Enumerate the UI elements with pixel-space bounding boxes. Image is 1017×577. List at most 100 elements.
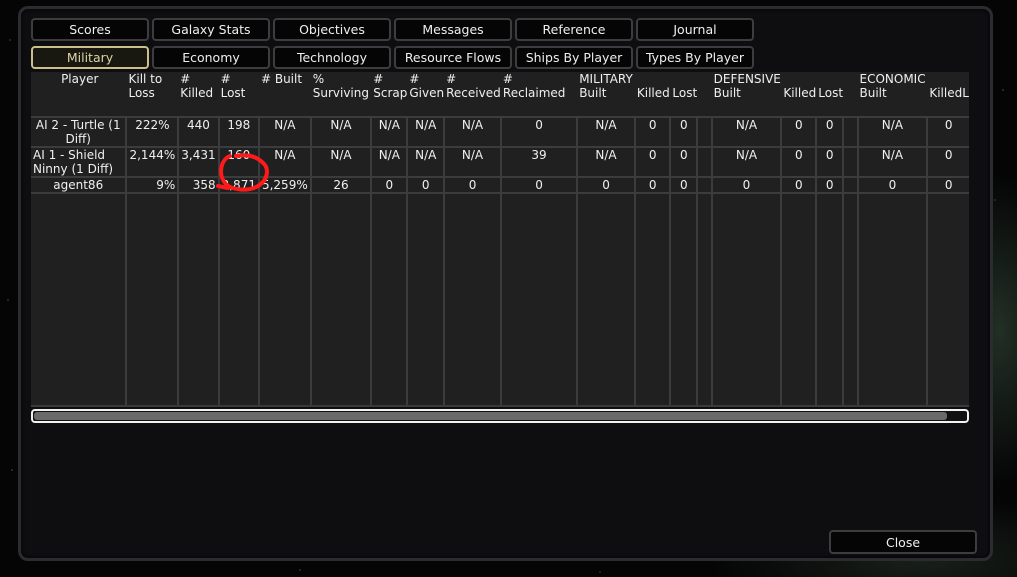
tab-technology[interactable]: Technology [273,46,391,69]
cell-player: AI 1 - Shield Ninny (1 Diff) [31,146,127,177]
col-header-reclaimed[interactable]: # Reclaimed [501,72,577,117]
col-header-killed[interactable]: # Killed [178,72,218,117]
cell-received: 0 [443,176,501,193]
col-header-surviving[interactable]: % Surviving [311,72,372,117]
tab-objectives[interactable]: Objectives [273,18,391,41]
tab-journal[interactable]: Journal [636,18,754,41]
col-header-economic-killed[interactable]: KilledL [927,72,969,117]
tab-bar-primary: Scores Galaxy Stats Objectives Messages … [31,18,754,42]
cell-defensive-lost: 0 [815,176,844,193]
defensive-killed-label: Killed [783,86,817,100]
tab-economy[interactable]: Economy [152,46,270,69]
col-header-built[interactable]: # Built [259,72,311,117]
cell-killed: 440 [177,116,219,147]
cell-spacer [842,146,858,177]
cell-defensive-lost: 0 [815,116,844,147]
tab-messages[interactable]: Messages [394,18,512,41]
col-header-received[interactable]: # Received [444,72,501,117]
empty-cell [926,192,969,405]
tab-scores[interactable]: Scores [31,18,149,41]
horizontal-scrollbar[interactable] [31,409,969,423]
tab-galaxy-stats[interactable]: Galaxy Stats [152,18,270,41]
close-button[interactable]: Close [829,530,977,554]
cell-lost: 3,871 [217,176,259,193]
cell-defensive-killed: 0 [780,116,817,147]
table-row[interactable]: AI 2 - Turtle (1 Diff) 222% 440 198 N/A … [31,116,969,147]
col-header-defensive-built[interactable]: DEFENSIVE Built [712,72,782,117]
col-header-defensive-killed[interactable]: Killed [781,72,816,117]
empty-cell [370,192,408,405]
cell-kill-to-loss: 222% [125,116,179,147]
col-header-military-lost[interactable]: Lost [670,72,697,117]
tab-bar-secondary: Military Economy Technology Resource Flo… [31,46,754,70]
table-row[interactable]: AI 1 - Shield Ninny (1 Diff) 2,144% 3,43… [31,146,969,177]
cell-spacer [696,116,712,147]
group-label-defensive: DEFENSIVE [713,72,781,86]
empty-cell [576,192,635,405]
empty-cell [31,192,127,405]
cell-economic-killed: 0 [926,176,969,193]
tab-resource-flows[interactable]: Resource Flows [394,46,512,69]
cell-military-built: 0 [576,176,635,193]
empty-cell [710,192,782,405]
cell-economic-built: N/A [856,146,928,177]
cell-spacer [842,116,858,147]
cell-reclaimed: 39 [499,146,578,177]
defensive-built-label: Built [713,86,741,100]
cell-killed: 358 [177,176,219,193]
cell-defensive-built: N/A [710,116,782,147]
economic-killed-label: Killed [929,86,963,100]
col-header-player[interactable]: Player [31,72,126,117]
empty-cell [309,192,372,405]
tab-ships-by-player[interactable]: Ships By Player [515,46,633,69]
col-header-scrap[interactable]: # Scrap [371,72,407,117]
empty-cell [406,192,445,405]
tab-types-by-player[interactable]: Types By Player [636,46,754,69]
cell-built: N/A [257,116,311,147]
header-row: Player Kill to Loss # Killed # Lost # Bu… [31,72,969,117]
military-stats-table: Player Kill to Loss # Killed # Lost # Bu… [31,72,969,405]
col-header-kill-to-loss[interactable]: Kill to Loss [126,72,178,117]
group-label-economic: ECONOMIC [859,72,926,86]
tab-reference[interactable]: Reference [515,18,633,41]
cell-military-lost: 0 [669,146,698,177]
cell-military-killed: 0 [633,116,671,147]
cell-surviving: N/A [309,116,372,147]
col-header-given[interactable]: # Given [407,72,444,117]
cell-surviving: N/A [309,146,372,177]
cell-defensive-built: N/A [710,146,782,177]
col-header-military-built[interactable]: MILITARY Built [577,72,635,117]
scrollbar-thumb[interactable] [34,412,947,420]
empty-cell [780,192,817,405]
defensive-lost-label: Lost [818,86,844,100]
empty-cell [669,192,698,405]
col-header-military-killed[interactable]: Killed [635,72,671,117]
cell-economic-killed: 0 [926,116,969,147]
military-stats-grid: Player Kill to Loss # Killed # Lost # Bu… [31,72,969,407]
cell-reclaimed: 0 [499,116,578,147]
col-header-spacer-2 [843,72,857,117]
tab-military[interactable]: Military [31,46,149,69]
cell-military-built: N/A [576,116,635,147]
empty-cell [842,192,858,405]
cell-military-killed: 0 [633,176,671,193]
cell-built: N/A [257,146,311,177]
empty-cell [696,192,712,405]
empty-cell [125,192,179,405]
empty-cell [217,192,259,405]
military-lost-label: Lost [672,86,698,100]
cell-received: N/A [443,146,501,177]
cell-spacer [842,176,858,193]
cell-scrap: N/A [370,146,408,177]
cell-economic-built: 0 [856,176,928,193]
cell-defensive-built: 0 [710,176,782,193]
col-header-economic-built[interactable]: ECONOMIC Built [858,72,928,117]
empty-cell [856,192,928,405]
table-row[interactable]: agent86 9% 358 3,871 5,259% 26 0 0 0 0 0… [31,176,969,193]
cell-spacer [696,146,712,177]
cell-defensive-killed: 0 [780,176,817,193]
col-header-lost[interactable]: # Lost [219,72,259,117]
cell-given: N/A [406,146,445,177]
empty-cell [499,192,578,405]
col-header-defensive-lost[interactable]: Lost [816,72,843,117]
